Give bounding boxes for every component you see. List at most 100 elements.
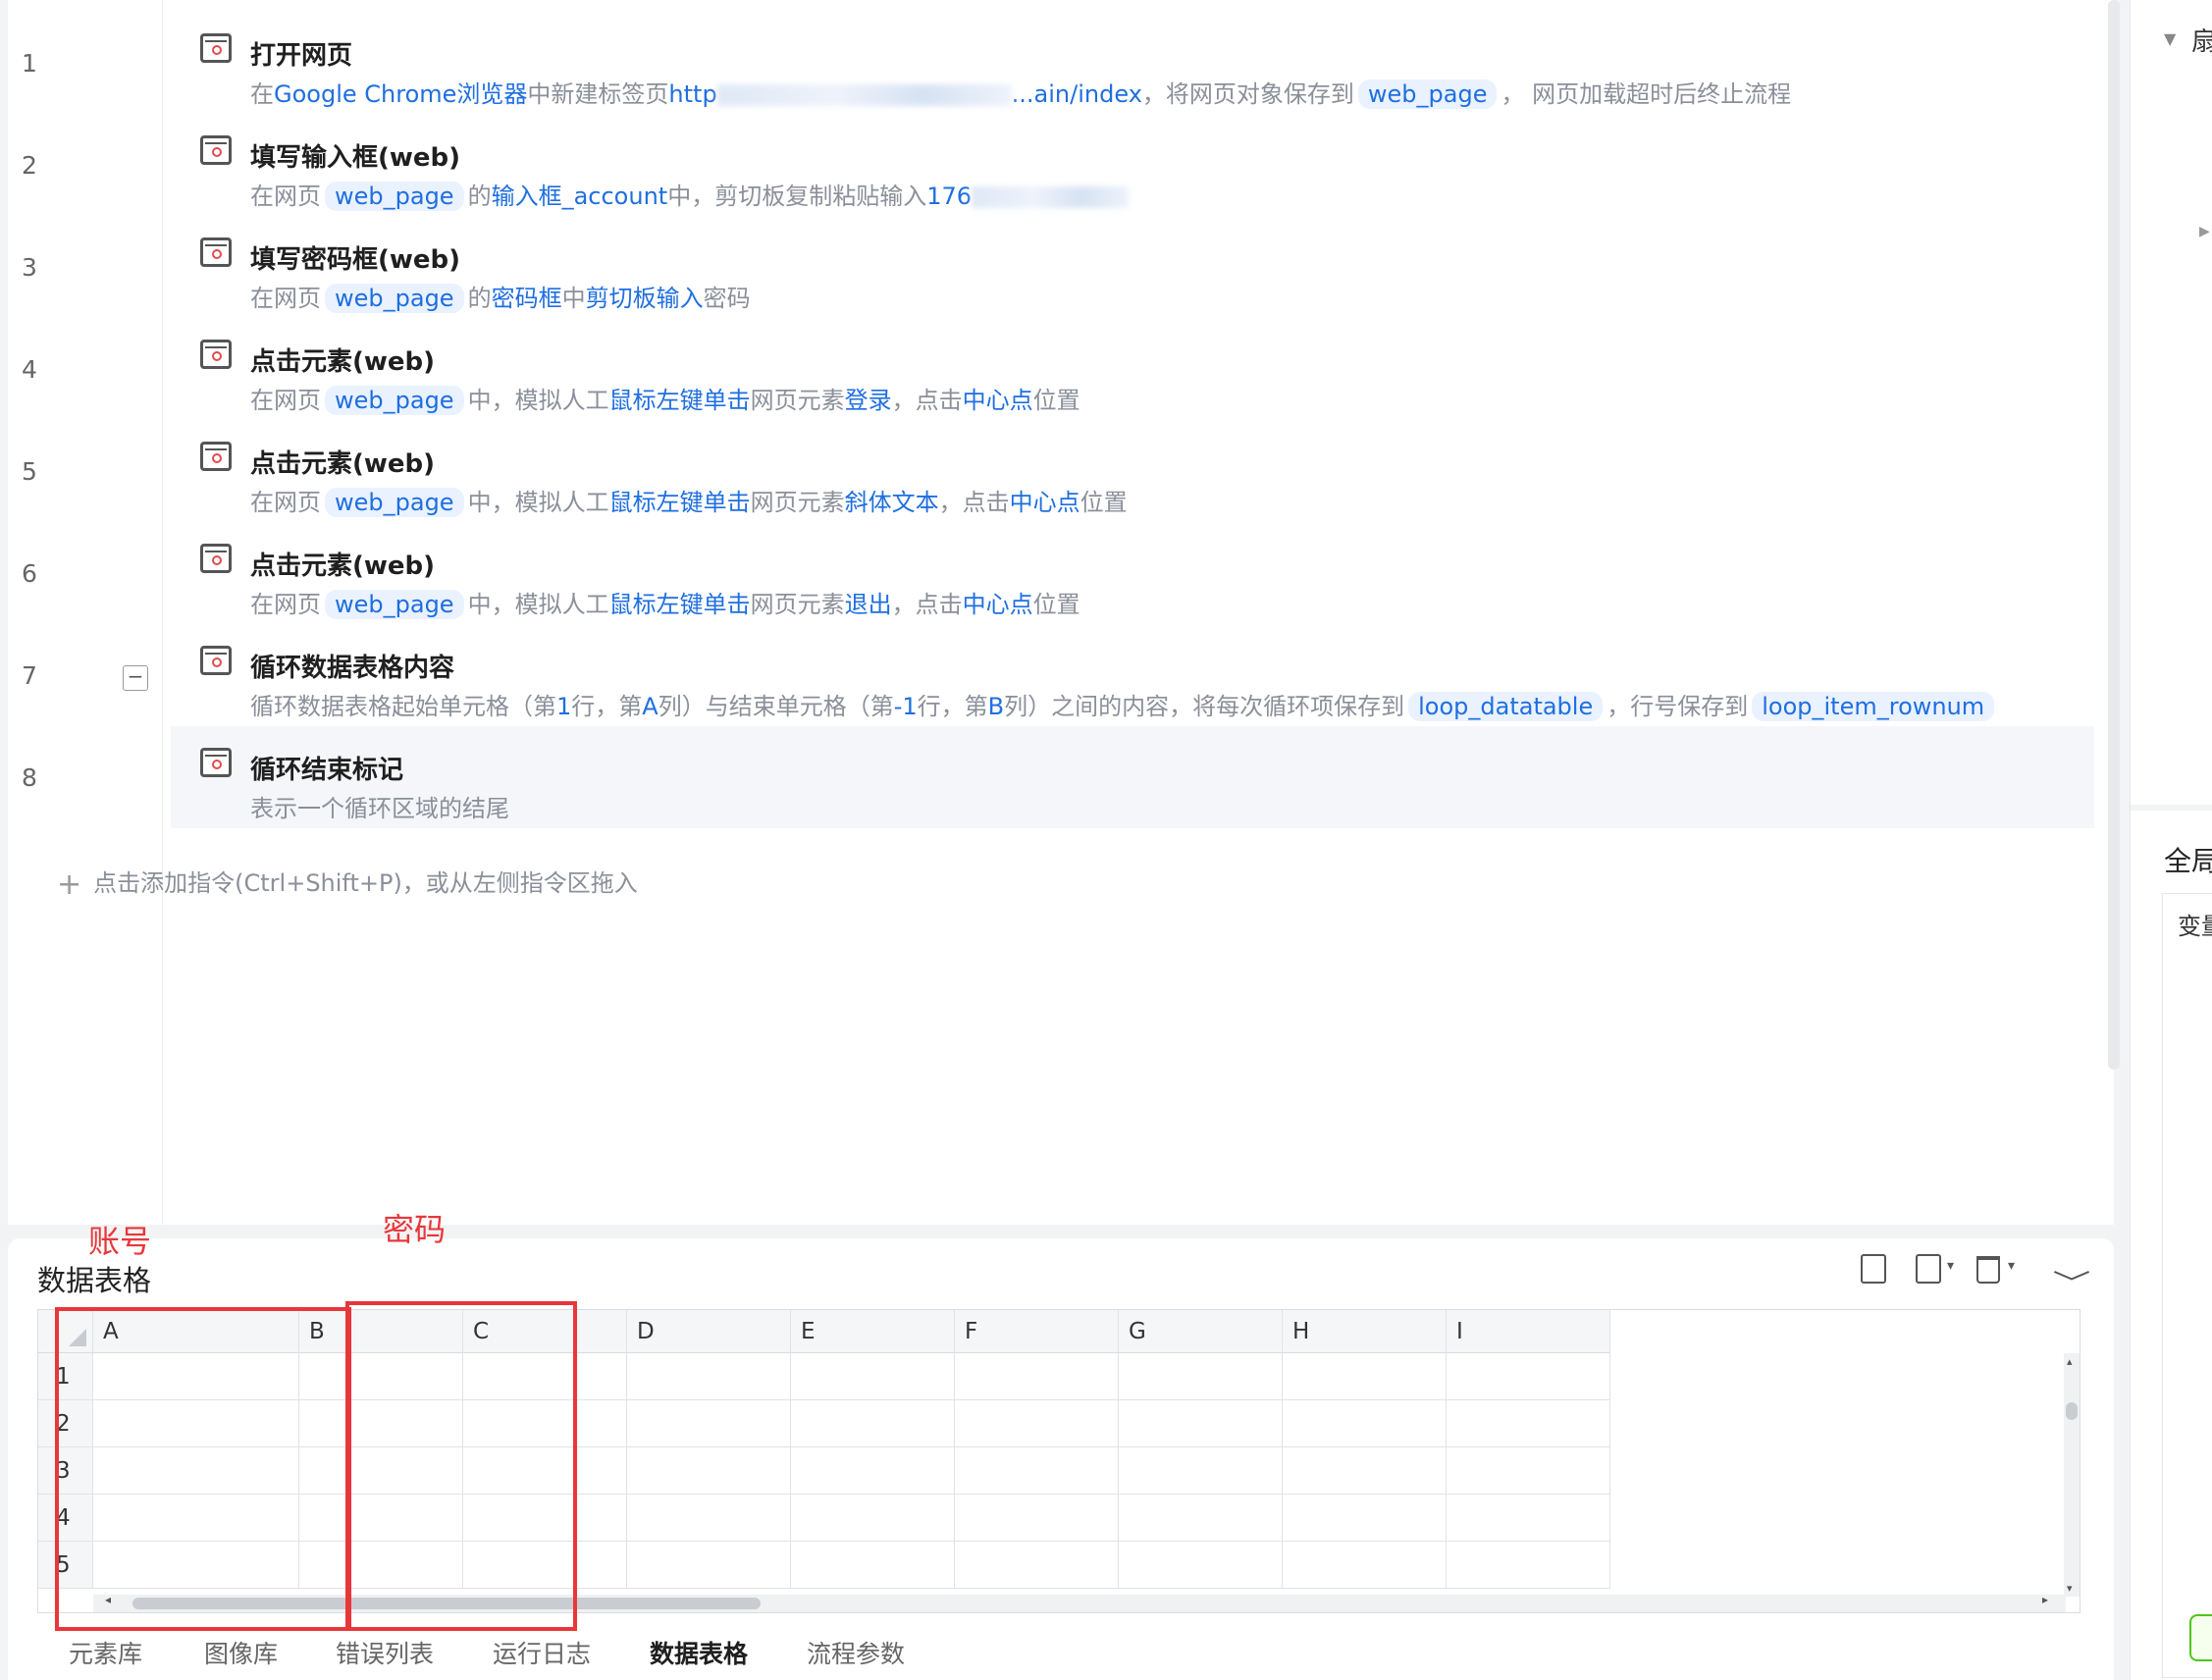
step-command-icon xyxy=(200,646,232,675)
flow-step[interactable]: 打开网页 在Google Chrome浏览器中新建标签页http ...ain/in… xyxy=(171,12,2094,114)
table-cell[interactable] xyxy=(627,1542,791,1589)
table-cell[interactable] xyxy=(1283,1447,1447,1495)
tab-3[interactable]: 运行日志 xyxy=(493,1635,591,1670)
flow-step[interactable]: 点击元素(web) 在网页 web_page 中，模拟人工鼠标左键单击网页元素登录，点… xyxy=(171,318,2094,420)
scroll-down-icon[interactable]: ▾ xyxy=(2067,1582,2073,1595)
column-header-h[interactable]: H xyxy=(1283,1310,1447,1353)
column-header-g[interactable]: G xyxy=(1119,1310,1283,1353)
flow-step[interactable]: 填写密码框(web) 在网页 web_page 的密码框中剪切板输入密码 xyxy=(171,216,2094,318)
step-title: 循环数据表格内容 xyxy=(250,654,455,683)
table-cell[interactable] xyxy=(1447,1495,1610,1542)
table-cell[interactable] xyxy=(1283,1400,1447,1447)
table-cell[interactable] xyxy=(1283,1353,1447,1400)
desc-text: 循环数据表格起始单元格（第 xyxy=(250,693,556,720)
scroll-up-icon[interactable]: ▴ xyxy=(2067,1355,2073,1368)
tab-4[interactable]: 数据表格 xyxy=(650,1635,748,1670)
keyword-token: 176 xyxy=(926,183,973,210)
table-cell[interactable] xyxy=(791,1447,955,1495)
vertical-scrollbar[interactable]: ▴ ▾ xyxy=(2064,1353,2080,1597)
scroll-right-icon[interactable]: ▸ xyxy=(2042,1593,2048,1606)
table-cell[interactable] xyxy=(791,1400,955,1447)
tree-expand-icon[interactable]: ▶ xyxy=(2199,224,2210,239)
flow-step[interactable]: 循环结束标记 表示一个循环区域的结尾 xyxy=(171,726,2094,828)
table-cell[interactable] xyxy=(955,1447,1119,1495)
table-cell[interactable] xyxy=(1447,1353,1610,1400)
table-cell[interactable] xyxy=(955,1542,1119,1589)
desc-text: 行，第 xyxy=(917,693,988,720)
table-cell[interactable] xyxy=(1119,1542,1283,1589)
table-cell[interactable] xyxy=(955,1400,1119,1447)
table-cell[interactable] xyxy=(1283,1542,1447,1589)
table-cell[interactable] xyxy=(1447,1400,1610,1447)
column-header-i[interactable]: I xyxy=(1447,1310,1610,1353)
table-cell[interactable] xyxy=(1447,1447,1610,1495)
desc-text: 列）与结束单元格（第 xyxy=(658,693,894,720)
desc-text: 在 xyxy=(250,80,274,108)
variable-token[interactable]: web_page xyxy=(325,488,464,517)
delete-icon[interactable] xyxy=(1976,1256,2000,1284)
command-badge-icon xyxy=(212,760,222,769)
column-header-e[interactable]: E xyxy=(791,1310,955,1353)
variable-token[interactable]: web_page xyxy=(325,284,464,313)
table-cell[interactable] xyxy=(1283,1495,1447,1542)
tab-5[interactable]: 流程参数 xyxy=(807,1635,905,1670)
global-variables-heading: 全局 xyxy=(2164,845,2212,877)
flow-step[interactable]: 点击元素(web) 在网页 web_page 中，模拟人工鼠标左键单击网页元素退出，点… xyxy=(171,522,2094,624)
tab-0[interactable]: 元素库 xyxy=(69,1635,142,1670)
collapse-loop-button[interactable]: − xyxy=(123,665,148,691)
new-sheet-icon[interactable] xyxy=(1861,1254,1886,1284)
table-cell[interactable] xyxy=(627,1353,791,1400)
table-cell[interactable] xyxy=(955,1495,1119,1542)
expand-triangle-icon[interactable]: ▼ xyxy=(2164,29,2176,48)
table-cell[interactable] xyxy=(1119,1447,1283,1495)
step-list: 打开网页 在Google Chrome浏览器中新建标签页http ...ain/in… xyxy=(163,0,2114,1225)
variable-token[interactable]: web_page xyxy=(325,590,464,619)
command-badge-icon xyxy=(212,249,222,259)
table-cell[interactable] xyxy=(1119,1353,1283,1400)
variable-token[interactable]: loop_item_rownum xyxy=(1752,692,1995,721)
step-command-icon xyxy=(200,135,232,165)
variable-token[interactable]: web_page xyxy=(1357,79,1498,109)
vertical-scroll-thumb[interactable] xyxy=(2066,1402,2078,1420)
data-table-title: 数据表格 xyxy=(37,1264,152,1297)
variable-token[interactable]: web_page xyxy=(325,182,464,211)
editor-scrollbar[interactable] xyxy=(2108,0,2120,1070)
tab-2[interactable]: 错误列表 xyxy=(336,1635,434,1670)
variable-token[interactable]: web_page xyxy=(325,386,464,415)
desc-text: 网页元素 xyxy=(750,591,845,618)
flow-step[interactable]: 点击元素(web) 在网页 web_page 中，模拟人工鼠标左键单击网页元素斜体文本… xyxy=(171,420,2094,522)
line-number: 1 xyxy=(22,49,37,78)
add-command-hint[interactable]: + 点击添加指令(Ctrl+Shift+P)，或从左侧指令区拖入 xyxy=(57,864,638,902)
collapse-panel-icon[interactable]: ﹀ xyxy=(2052,1264,2090,1300)
table-cell[interactable] xyxy=(791,1542,955,1589)
import-icon[interactable] xyxy=(1916,1254,1941,1284)
table-cell[interactable] xyxy=(1119,1495,1283,1542)
flow-step[interactable]: 填写输入框(web) 在网页 web_page 的输入框_account中，剪切板复制… xyxy=(171,114,2094,216)
variable-token[interactable]: loop_datatable xyxy=(1408,692,1604,721)
step-title: 填写密码框(web) xyxy=(250,245,461,275)
column-header-d[interactable]: D xyxy=(627,1310,791,1353)
password-column-highlight xyxy=(345,1301,577,1631)
keyword-token: A xyxy=(642,693,658,720)
table-cell[interactable] xyxy=(791,1495,955,1542)
add-variable-button[interactable] xyxy=(2189,1614,2212,1661)
table-cell[interactable] xyxy=(1447,1542,1610,1589)
desc-text: 中，模拟人工 xyxy=(467,489,609,516)
table-cell[interactable] xyxy=(627,1447,791,1495)
flow-step[interactable]: 循环数据表格内容 循环数据表格起始单元格（第1行，第A列）与结束单元格（第-1行，… xyxy=(171,624,2094,726)
column-header-f[interactable]: F xyxy=(955,1310,1119,1353)
step-command-icon xyxy=(200,237,232,267)
add-command-label: 点击添加指令(Ctrl+Shift+P)，或从左侧指令区拖入 xyxy=(93,869,638,897)
table-cell[interactable] xyxy=(1119,1400,1283,1447)
desc-text: 的 xyxy=(467,183,492,210)
keyword-token: 1 xyxy=(556,693,572,720)
delete-dropdown-icon[interactable]: ▾ xyxy=(2008,1258,2015,1274)
import-dropdown-icon[interactable]: ▾ xyxy=(1947,1258,1954,1274)
app-window: 1 2 3 4 5 6 7 − 8 打开网页 在Google Chrome浏览器中新建标签页htt… xyxy=(0,0,2212,1680)
line-number: 7 xyxy=(22,661,37,690)
table-cell[interactable] xyxy=(627,1495,791,1542)
table-cell[interactable] xyxy=(627,1400,791,1447)
table-cell[interactable] xyxy=(791,1353,955,1400)
tab-1[interactable]: 图像库 xyxy=(204,1635,278,1670)
table-cell[interactable] xyxy=(955,1353,1119,1400)
